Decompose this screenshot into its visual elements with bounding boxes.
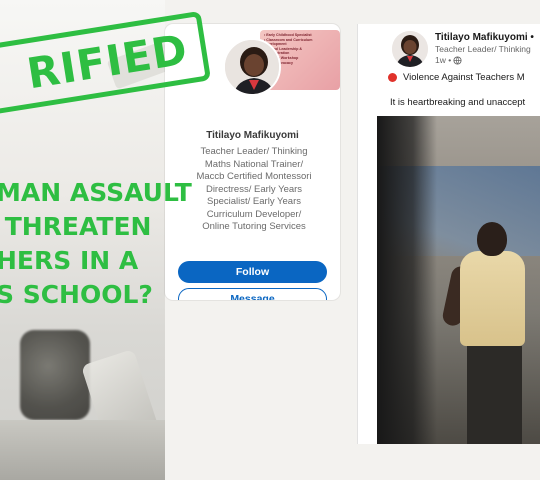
avatar[interactable] [223,38,281,96]
bg-object [0,420,165,480]
post-title-text: Violence Against Teachers M [403,72,525,83]
post-body: It is heartbreaking and unaccept [390,97,526,108]
bg-object [20,330,90,420]
video-figure [477,222,507,256]
post-card: Titilayo Mafikuyomi • Teacher Leader/ Th… [357,24,540,444]
video-figure [460,251,525,346]
red-dot-icon [388,73,397,82]
globe-icon [453,55,462,65]
fact-check-headline: MAN ASSAULT THREATEN HERS IN A S SCHOOL? [0,178,192,309]
post-author-headline: Teacher Leader/ Thinking [435,44,531,54]
post-video[interactable] [377,116,540,444]
post-author-avatar[interactable] [392,31,428,67]
video-frame [377,116,437,444]
post-author-name[interactable]: Titilayo Mafikuyomi • [435,32,534,43]
avatar-portrait [392,31,428,67]
post-time-text: 1w • [435,55,452,65]
profile-name[interactable]: Titilayo Mafikuyomi [165,130,340,141]
post-timestamp: 1w • [435,55,462,65]
video-figure [467,346,522,444]
post-title: Violence Against Teachers M [388,72,525,83]
